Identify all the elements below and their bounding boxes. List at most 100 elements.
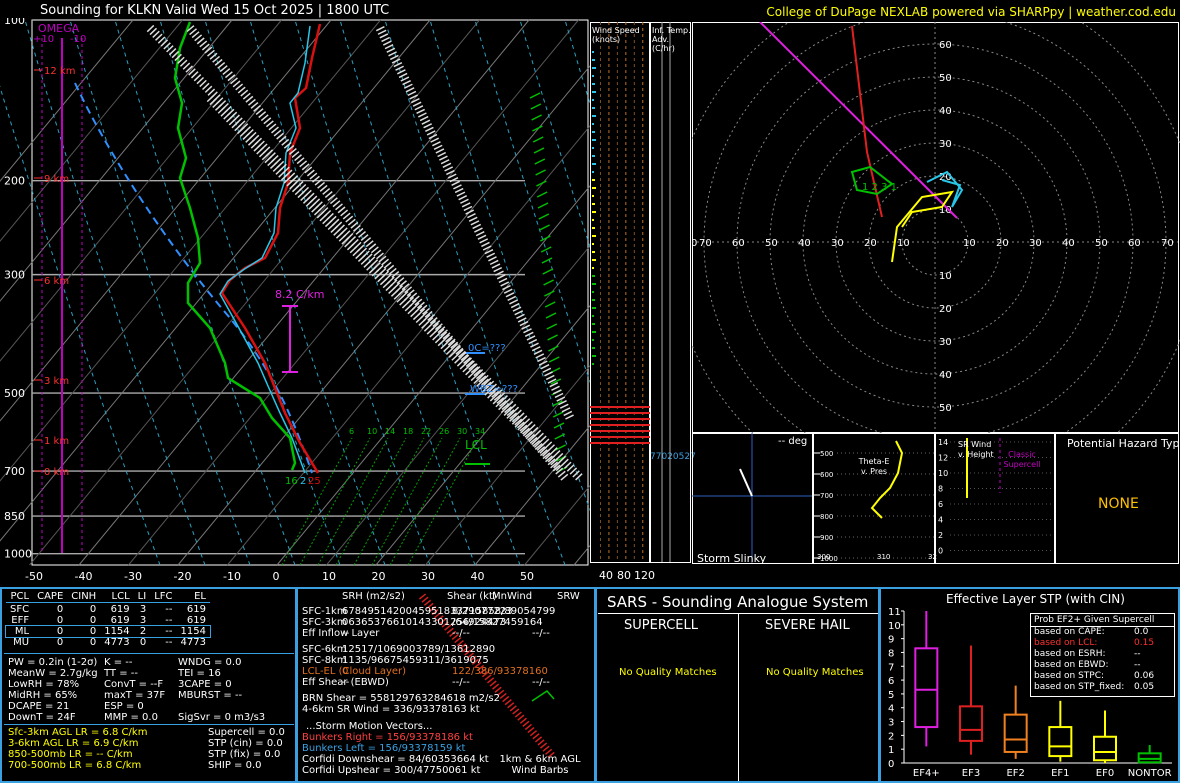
cell: 0 (89, 615, 97, 626)
shear-band (146, 24, 584, 482)
stp-box (914, 647, 939, 729)
stp-y-tick: 1 (888, 745, 894, 756)
hodo-ring-label: 40 (939, 370, 952, 381)
sars-hail-result: No Quality Matches (766, 667, 864, 678)
isotherm (0, 19, 233, 302)
isotherm (177, 65, 590, 566)
stp-legend-row: based on STP_fixed: 0.05 (1031, 682, 1174, 693)
cell: SFC (10, 604, 30, 615)
cell: 619 (186, 604, 206, 615)
wind-barb (555, 444, 566, 451)
stp-category-label: EF1 (1051, 768, 1069, 779)
mixing-ratio-label: 18 (403, 427, 413, 436)
kinematics-cell: SFC-1km (302, 606, 347, 617)
wind-speed-tick-40: 40 (599, 569, 613, 582)
cell: 0 (56, 615, 64, 626)
kinematics-cell: SFC-3km (302, 617, 347, 628)
dry-adiabat (564, 19, 590, 106)
hodo-ring-label: 0 (692, 238, 697, 249)
divider (4, 724, 294, 725)
sars-title: SARS - Sounding Analogue System (607, 593, 869, 611)
isotherm (474, 424, 590, 566)
temp-axis-label: -40 (75, 570, 93, 583)
mixing-ratio-label: 34 (475, 427, 485, 436)
mixing-ratio-label: 6 (349, 427, 354, 436)
mixing-ratio-line (353, 437, 425, 566)
stp-y-tick: 5 (888, 690, 894, 701)
skewt-traces (74, 21, 584, 482)
surface-wetbulb-readout: 2 (300, 476, 307, 487)
index-value: LowRH = 78% (8, 679, 80, 690)
wind-barb (552, 411, 564, 418)
lapse-rate-value: 850-500mb LR = -- C/km (8, 749, 133, 760)
stp-legend-label: based on LCL: (1034, 638, 1098, 648)
hodo-ring-label: 60 (732, 238, 745, 249)
hodo-ring-label: 20 (996, 238, 1009, 249)
height-label: 3 km (44, 376, 69, 387)
stp-legend-row: based on ESRH: -- (1031, 649, 1174, 660)
table-row: EFF 0 0 619 3 -- 619 (6, 615, 210, 626)
parcel-header: CAPE (37, 591, 64, 602)
cell: 619 (186, 615, 206, 626)
wind-barb (545, 312, 557, 319)
parcel-header: LI (137, 591, 147, 602)
kinematics-header: MnWind (492, 591, 533, 602)
stp-legend-label: based on CAPE: (1034, 627, 1105, 637)
kinematics-cell: SFC-8km (302, 655, 347, 666)
stp-legend-value: 0.05 (1134, 682, 1155, 692)
kinematics-header: SRH (m2/s2) (342, 591, 405, 602)
wind-barbs-label: 1km & 6km AGL Wind Barbs (499, 754, 581, 776)
wind-barb (533, 147, 545, 154)
hodo-ring-label: 70 (1161, 238, 1174, 249)
mixing-ratio-line (317, 437, 389, 566)
kinematics-cell: 1135/96675459311/3619075 (342, 655, 489, 666)
wind-barb (529, 92, 541, 99)
omega-tick-plus: +10 (33, 34, 55, 45)
wetbulb-zero-label: WBZ=??? (470, 384, 518, 395)
cell: 4773 (180, 637, 206, 648)
stp-y-tick: 7 (888, 662, 894, 673)
pressure-label: 300 (4, 269, 25, 282)
wind-barb (542, 268, 554, 275)
table-row-selected[interactable]: ML 0 0 1154 2 -- 1154 (5, 625, 211, 638)
parcel-header: LCL (111, 591, 130, 602)
divider (738, 613, 739, 781)
cell: -- (165, 615, 173, 626)
srwind-tick-label: 4 (938, 516, 943, 525)
index-value: 3CAPE = 0 (178, 679, 232, 690)
stp-y-tick: 4 (888, 704, 894, 715)
stp-category-label: NONTOR (1128, 768, 1172, 779)
hodo-ring-label: 40 (939, 106, 952, 117)
wind-speed-panel (590, 22, 691, 563)
height-label: 9 km (44, 174, 69, 185)
temp-axis-label: -10 (223, 570, 241, 583)
storm-motion-label: 1 2 3 1 (862, 182, 897, 193)
kinematics-cell: 8/29077223 (452, 606, 513, 617)
theta-xtick: 300 (817, 553, 830, 561)
hodo-ring-label: 50 (939, 403, 952, 414)
cell: 0 (139, 637, 147, 648)
wind-barb (537, 202, 549, 209)
corfidi-downshear: Corfidi Downshear = 84/60353664 kt (302, 754, 489, 765)
wind-barb (544, 301, 556, 308)
temp-axis-label: -30 (124, 570, 142, 583)
stp-category-label: EF0 (1096, 768, 1114, 779)
stp-y-tick: 11 (888, 607, 901, 618)
theta-tick-label: 500 (820, 450, 833, 458)
theta-tick-label: 700 (820, 492, 833, 500)
mixing-ratio-line (299, 437, 371, 566)
mixing-ratio-line (389, 437, 461, 566)
index-value: PW = 0.2in (1-2σ) (8, 657, 98, 668)
kinematics-cell: SFC-6km (302, 644, 347, 655)
index-value: ESP = 0 (104, 701, 144, 712)
wind-speed-tick-80: 80 (617, 569, 631, 582)
index-value: WNDG = 0.0 (178, 657, 242, 668)
stp-legend-title: Prob EF2+ Given Supercell (1031, 614, 1174, 627)
srwind-tick-label: 14 (938, 438, 948, 447)
stp-box (1093, 735, 1117, 762)
kinematics-cell: 122/386/93378160 (452, 666, 548, 677)
wind-barb (532, 136, 544, 143)
lapse-rate-value: 700-500mb LR = 6.8 C/km (8, 760, 142, 771)
parcel-header: EL (194, 591, 206, 602)
lapse-rate-value: 3-6km AGL LR = 6.9 C/km (8, 738, 139, 749)
